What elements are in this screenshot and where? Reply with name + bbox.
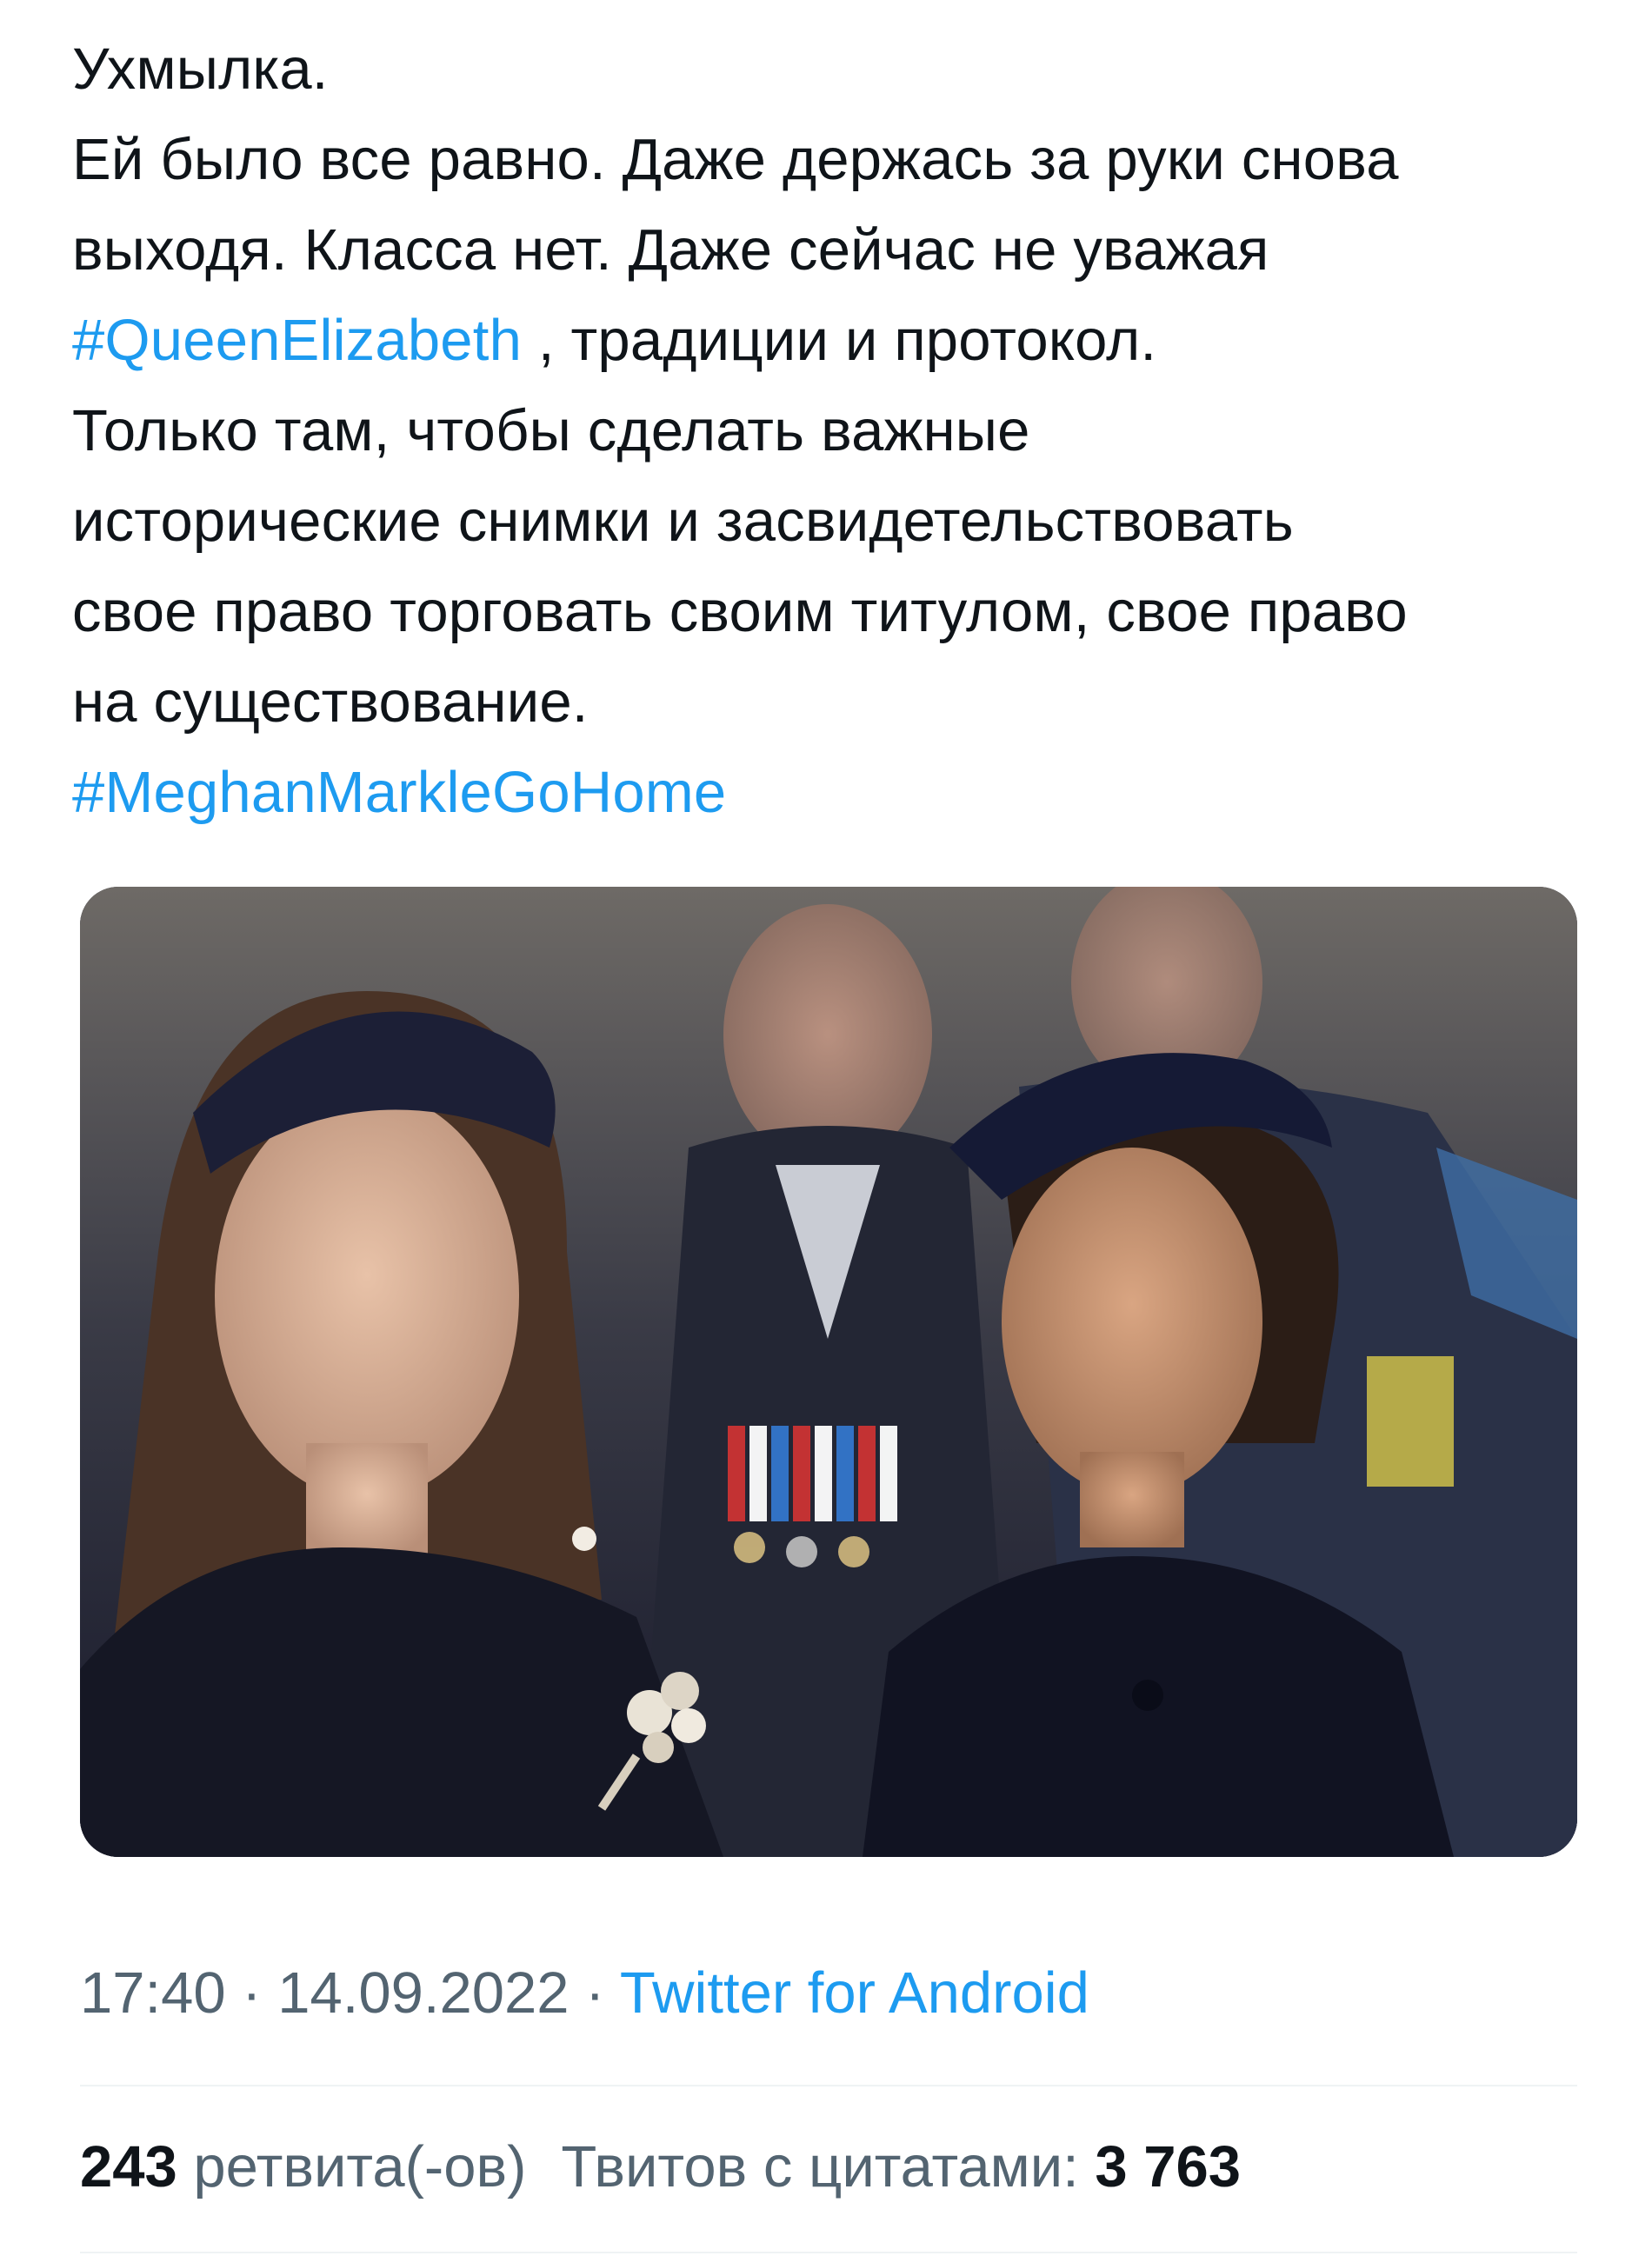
tweet-photo[interactable] bbox=[80, 887, 1577, 1857]
quotes-label: Твитов с цитатами: bbox=[561, 2134, 1079, 2199]
tweet-stats: 243 ретвита(-ов) Твитов с цитатами: 3 763 bbox=[80, 2128, 1241, 2206]
tweet-date[interactable]: 14.09.2022 bbox=[277, 1960, 569, 2026]
tweet-text-segment: , традиции и протокол. bbox=[522, 308, 1157, 373]
tweet-meta: 17:40 · 14.09.2022 · Twitter for Android bbox=[80, 1954, 1089, 2033]
divider bbox=[80, 2085, 1577, 2086]
tweet-text-line: на существование. bbox=[72, 657, 1602, 748]
tweet-text-segment: Только там, чтобы сделать важные bbox=[72, 398, 1030, 463]
meta-separator: · bbox=[225, 1960, 278, 2026]
tweet-text: Ухмылка. Ей было все равно. Даже держась … bbox=[72, 24, 1602, 838]
tweet-text-segment: Ей было все равно. Даже держась за руки … bbox=[72, 127, 1399, 192]
tweet-text-line: Ухмылка. bbox=[72, 24, 1602, 115]
tweet-source[interactable]: Twitter for Android bbox=[620, 1960, 1089, 2026]
photo-illustration bbox=[80, 887, 1577, 1857]
tweet-detail: Ухмылка. Ей было все равно. Даже держась … bbox=[0, 0, 1652, 2256]
meta-separator: · bbox=[569, 1960, 620, 2026]
tweet-time[interactable]: 17:40 bbox=[80, 1960, 226, 2026]
tweet-text-line: выходя. Класса нет. Даже сейчас не уважа… bbox=[72, 205, 1602, 296]
tweet-text-line: Ей было все равно. Даже держась за руки … bbox=[72, 115, 1602, 205]
quotes-count: 3 763 bbox=[1095, 2134, 1242, 2199]
tweet-text-segment: исторические снимки и засвидетельствоват… bbox=[72, 489, 1294, 554]
divider bbox=[80, 2252, 1577, 2253]
tweet-text-line: исторические снимки и засвидетельствоват… bbox=[72, 476, 1602, 567]
retweets-label: ретвита(-ов) bbox=[193, 2134, 527, 2199]
retweets-stat[interactable]: 243 ретвита(-ов) bbox=[80, 2134, 526, 2199]
tweet-text-segment: на существование. bbox=[72, 669, 589, 735]
tweet-text-line: #MeghanMarkleGoHome bbox=[72, 748, 1602, 838]
hashtag-link[interactable]: #QueenElizabeth bbox=[72, 308, 522, 373]
tweet-text-line: свое право торговать своим титулом, свое… bbox=[72, 567, 1602, 657]
quotes-stat[interactable]: Твитов с цитатами: 3 763 bbox=[561, 2134, 1241, 2199]
tweet-text-line: #QueenElizabeth , традиции и протокол. bbox=[72, 296, 1602, 386]
tweet-text-segment: выходя. Класса нет. Даже сейчас не уважа… bbox=[72, 217, 1269, 283]
tweet-text-segment: свое право торговать своим титулом, свое… bbox=[72, 579, 1408, 644]
hashtag-link[interactable]: #MeghanMarkleGoHome bbox=[72, 760, 726, 825]
retweets-count: 243 bbox=[80, 2134, 177, 2199]
tweet-text-segment: Ухмылка. bbox=[72, 37, 329, 102]
tweet-text-line: Только там, чтобы сделать важные bbox=[72, 386, 1602, 476]
